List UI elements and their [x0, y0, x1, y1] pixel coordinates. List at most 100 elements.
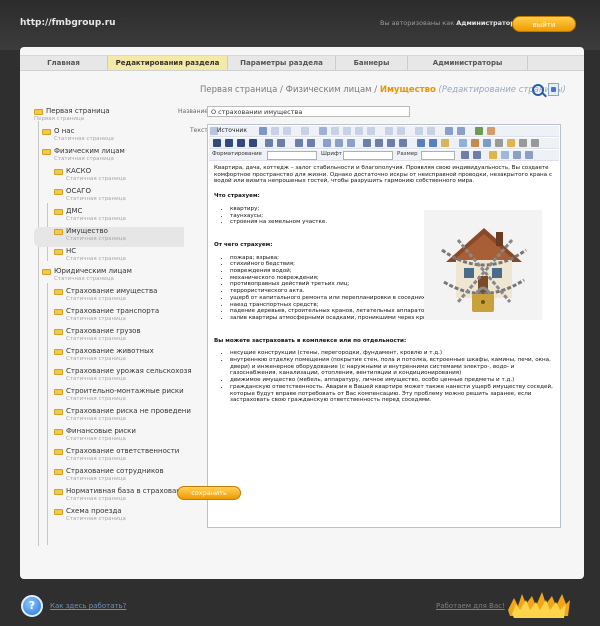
- tree-node[interactable]: Страхование животных Статичная страница: [34, 347, 184, 367]
- tree-node-label[interactable]: КАСКО: [66, 167, 91, 175]
- font-select[interactable]: [343, 151, 393, 160]
- tree-node[interactable]: Первая страница Первая страница: [34, 107, 184, 127]
- subscript-icon[interactable]: [265, 139, 273, 147]
- align-right-icon[interactable]: [387, 139, 395, 147]
- italic-icon[interactable]: [225, 139, 233, 147]
- text-color-icon[interactable]: [461, 151, 469, 159]
- bold-icon[interactable]: [213, 139, 221, 147]
- remove-format-icon[interactable]: [487, 127, 495, 135]
- superscript-icon[interactable]: [277, 139, 285, 147]
- tree-node-label[interactable]: Строительно-монтажные риски: [66, 387, 184, 395]
- preview-icon[interactable]: [283, 127, 291, 135]
- size-select[interactable]: [421, 151, 455, 160]
- new-page-icon[interactable]: [271, 127, 279, 135]
- tree-node[interactable]: Финансовые риски Статичная страница: [34, 427, 184, 447]
- paste-icon[interactable]: [343, 127, 351, 135]
- redo-icon[interactable]: [427, 127, 435, 135]
- tree-node[interactable]: Юридическим лицам Статичная страница: [34, 267, 184, 287]
- search-icon[interactable]: [532, 84, 544, 96]
- tree-node[interactable]: Страхование ответственности Статичная стр…: [34, 447, 184, 467]
- tree-node[interactable]: Строительно-монтажные риски Статичная стр…: [34, 387, 184, 407]
- works-link[interactable]: Работаем для Вас!: [436, 602, 505, 610]
- blocks-icon[interactable]: [501, 151, 509, 159]
- templates-icon[interactable]: [301, 127, 309, 135]
- spellcheck-icon[interactable]: [397, 127, 405, 135]
- special-char-icon[interactable]: [519, 139, 527, 147]
- tree-node-label[interactable]: ДМС: [66, 207, 82, 215]
- tree-node-label[interactable]: НС: [66, 247, 76, 255]
- tree-node[interactable]: Страхование грузов Статичная страница: [34, 327, 184, 347]
- bulleted-list-icon[interactable]: [307, 139, 315, 147]
- tree-node[interactable]: ДМС Статичная страница: [34, 207, 184, 227]
- paste-text-icon[interactable]: [355, 127, 363, 135]
- tree-node-label[interactable]: Юридическим лицам: [54, 267, 132, 275]
- anchor-icon[interactable]: [441, 139, 449, 147]
- tree-node[interactable]: О нас Статичная страница: [34, 127, 184, 147]
- crumb-first-page[interactable]: Первая страница: [200, 85, 277, 95]
- tree-node[interactable]: Физическим лицам Статичная страница: [34, 147, 184, 167]
- tree-node[interactable]: Имущество Статичная страница: [34, 227, 184, 247]
- replace-icon[interactable]: [457, 127, 465, 135]
- tree-node-label[interactable]: Имущество: [66, 227, 108, 235]
- maximize-icon[interactable]: [513, 151, 521, 159]
- tree-node[interactable]: Страхование транспорта Статичная страница: [34, 307, 184, 327]
- smiley-icon[interactable]: [507, 139, 515, 147]
- tree-node[interactable]: Страхование сотрудников Статичная страниц…: [34, 467, 184, 487]
- tree-node-label[interactable]: Страхование сотрудников: [66, 467, 164, 475]
- tree-node-label[interactable]: Физическим лицам: [54, 147, 125, 155]
- tree-node-label[interactable]: Схема проезда: [66, 507, 122, 515]
- align-center-icon[interactable]: [375, 139, 383, 147]
- numbered-list-icon[interactable]: [295, 139, 303, 147]
- find-icon[interactable]: [445, 127, 453, 135]
- bg-color-icon[interactable]: [473, 151, 481, 159]
- tree-node-label[interactable]: Страхование транспорта: [66, 307, 159, 315]
- tree-node-label[interactable]: Финансовые риски: [66, 427, 136, 435]
- indent-icon[interactable]: [335, 139, 343, 147]
- tab-edit-section[interactable]: Редактирования раздела: [108, 56, 228, 70]
- help-icon[interactable]: ?: [21, 595, 43, 617]
- page-view-icon[interactable]: [548, 83, 559, 96]
- tree-node-label[interactable]: Страхование грузов: [66, 327, 141, 335]
- tree-node-label[interactable]: Страхование животных: [66, 347, 154, 355]
- tree-node-label[interactable]: Первая страница: [46, 107, 110, 115]
- format-select[interactable]: [267, 151, 317, 160]
- tree-node-label[interactable]: Страхование урожая сельскохозя: [66, 367, 192, 375]
- table-icon[interactable]: [483, 139, 491, 147]
- help-link[interactable]: Как здесь работать?: [50, 602, 126, 610]
- outdent-icon[interactable]: [323, 139, 331, 147]
- tree-node-label[interactable]: ОСАГО: [66, 187, 91, 195]
- tree-node-label[interactable]: Нормативная база в страховании: [66, 487, 190, 495]
- align-left-icon[interactable]: [363, 139, 371, 147]
- align-justify-icon[interactable]: [399, 139, 407, 147]
- image-icon[interactable]: [459, 139, 467, 147]
- unlink-icon[interactable]: [429, 139, 437, 147]
- tree-node[interactable]: Страхование урожая сельскохозя Статичная …: [34, 367, 192, 387]
- tree-node-label[interactable]: Страхование риска не проведени: [66, 407, 191, 415]
- insert-icon[interactable]: [489, 151, 497, 159]
- tree-node-label[interactable]: О нас: [54, 127, 74, 135]
- about-icon[interactable]: [525, 151, 533, 159]
- undo-icon[interactable]: [415, 127, 423, 135]
- strike-icon[interactable]: [249, 139, 257, 147]
- tab-home[interactable]: Главная: [20, 56, 108, 70]
- hr-icon[interactable]: [495, 139, 503, 147]
- rich-text-editor[interactable]: Источник Форматирование Шрифт Размер Ква…: [207, 124, 561, 528]
- source-button[interactable]: Источник: [217, 126, 247, 136]
- tree-node-label[interactable]: Страхование имущества: [66, 287, 157, 295]
- copy-icon[interactable]: [331, 127, 339, 135]
- tree-node[interactable]: Нормативная база в страховании Статичная …: [34, 487, 190, 507]
- flash-icon[interactable]: [471, 139, 479, 147]
- tree-node[interactable]: КАСКО Статичная страница: [34, 167, 184, 187]
- tree-node[interactable]: ОСАГО Статичная страница: [34, 187, 184, 207]
- tree-node[interactable]: Страхование риска не проведени Статичная …: [34, 407, 191, 427]
- site-url[interactable]: http://fmbgroup.ru: [20, 18, 116, 28]
- cut-icon[interactable]: [319, 127, 327, 135]
- page-break-icon[interactable]: [531, 139, 539, 147]
- print-icon[interactable]: [385, 127, 393, 135]
- tab-banners[interactable]: Баннеры: [336, 56, 408, 70]
- underline-icon[interactable]: [237, 139, 245, 147]
- blockquote-icon[interactable]: [347, 139, 355, 147]
- exit-button[interactable]: выйти: [512, 16, 576, 32]
- title-input[interactable]: [207, 106, 410, 117]
- tree-node[interactable]: Страхование имущества Статичная страница: [34, 287, 184, 307]
